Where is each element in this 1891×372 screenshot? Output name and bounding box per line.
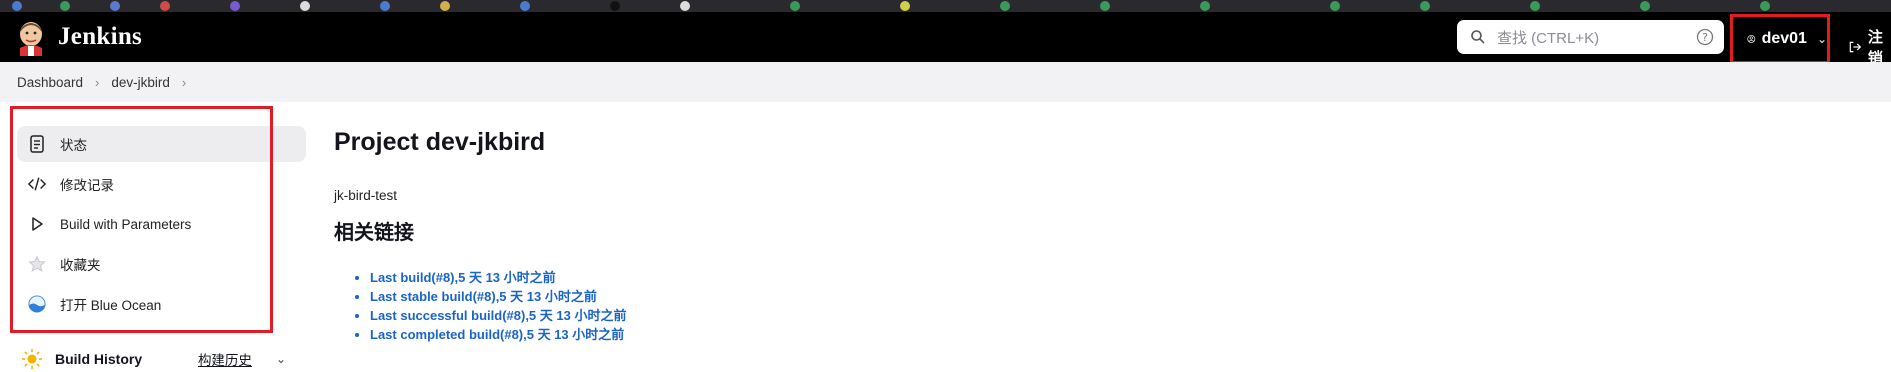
project-description: jk-bird-test bbox=[334, 188, 398, 203]
related-links-heading: 相关链接 bbox=[334, 222, 414, 244]
breadcrumb-separator-icon: › bbox=[95, 74, 100, 90]
list-item: Last build(#8),5 天 13 小时之前 bbox=[370, 268, 626, 287]
last-stable-build-link[interactable]: Last stable build(#8),5 天 13 小时之前 bbox=[370, 289, 597, 304]
svg-text:?: ? bbox=[1702, 31, 1708, 44]
build-history-header[interactable]: Build History 构建历史 ⌄ bbox=[17, 346, 306, 372]
sun-icon bbox=[22, 349, 42, 369]
top-header: Jenkins 查找 (CTRL+K) ? dev01 ⌄ 注销 bbox=[0, 12, 1891, 67]
last-completed-build-link[interactable]: Last completed build(#8),5 天 13 小时之前 bbox=[370, 327, 624, 342]
search-icon bbox=[1471, 30, 1485, 44]
breadcrumb-item-project[interactable]: dev-jkbird bbox=[111, 75, 170, 90]
build-history-label: Build History bbox=[55, 351, 143, 367]
chevron-down-icon: ⌄ bbox=[1816, 32, 1827, 46]
jenkins-butler-icon bbox=[20, 22, 42, 56]
list-item: Last completed build(#8),5 天 13 小时之前 bbox=[370, 325, 626, 344]
help-icon[interactable]: ? bbox=[1696, 28, 1714, 46]
browser-bookmark-strip bbox=[0, 0, 1891, 12]
breadcrumb-separator-icon[interactable]: › bbox=[182, 75, 186, 90]
page-title: Project dev-jkbird bbox=[334, 128, 546, 156]
search-input[interactable]: 查找 (CTRL+K) bbox=[1497, 27, 1696, 48]
user-menu-button[interactable]: dev01 ⌄ bbox=[1730, 14, 1830, 64]
related-links-list: Last build(#8),5 天 13 小时之前 Last stable b… bbox=[348, 268, 626, 344]
breadcrumb-item-dashboard[interactable]: Dashboard bbox=[17, 75, 83, 90]
last-successful-build-link[interactable]: Last successful build(#8),5 天 13 小时之前 bbox=[370, 308, 626, 323]
sidebar-highlight-box bbox=[10, 106, 273, 333]
list-item: Last stable build(#8),5 天 13 小时之前 bbox=[370, 287, 626, 306]
user-avatar-icon bbox=[1747, 35, 1756, 43]
last-build-link[interactable]: Last build(#8),5 天 13 小时之前 bbox=[370, 270, 556, 285]
logout-icon bbox=[1849, 41, 1862, 53]
chevron-down-icon[interactable]: ⌄ bbox=[276, 352, 286, 366]
logo-text: Jenkins bbox=[58, 23, 143, 50]
user-name: dev01 bbox=[1761, 30, 1807, 47]
jenkins-logo[interactable]: Jenkins bbox=[14, 18, 142, 56]
breadcrumb: Dashboard › dev-jkbird › bbox=[0, 62, 1891, 102]
list-item: Last successful build(#8),5 天 13 小时之前 bbox=[370, 306, 626, 325]
search-box[interactable]: 查找 (CTRL+K) ? bbox=[1457, 20, 1724, 54]
build-history-trend-link[interactable]: 构建历史 bbox=[198, 349, 252, 369]
